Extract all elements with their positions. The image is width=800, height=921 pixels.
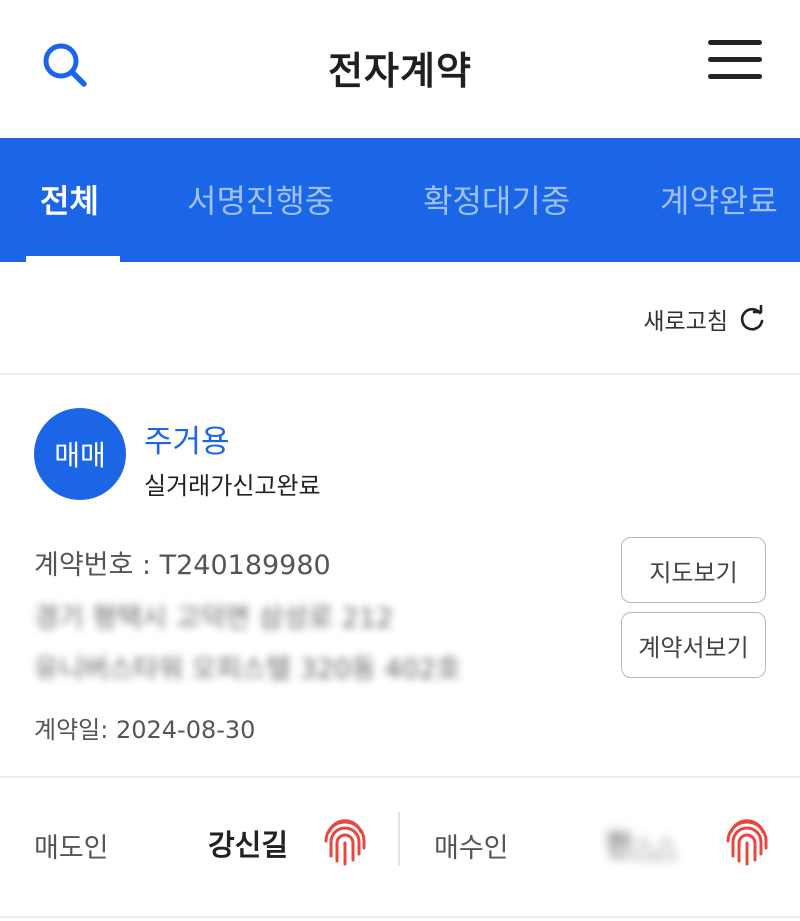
refresh-icon <box>740 305 764 331</box>
tab-all[interactable]: 전체 <box>40 176 99 222</box>
refresh-label: 새로고침 <box>643 309 728 335</box>
section-divider <box>0 373 800 375</box>
contract-number: 계약번호 : T240189980 <box>34 550 331 581</box>
section-divider <box>0 776 800 778</box>
property-type: 주거용 <box>144 424 230 460</box>
view-contract-button[interactable]: 계약서보기 <box>621 612 766 678</box>
refresh-button[interactable]: 새로고침 <box>643 302 766 336</box>
section-divider <box>0 916 800 918</box>
contract-date: 계약일: 2024-08-30 <box>34 716 256 744</box>
app-header: 전자계약 <box>0 0 800 138</box>
tab-pending-confirm[interactable]: 확정대기중 <box>423 176 570 222</box>
party-separator <box>398 812 400 866</box>
view-map-button[interactable]: 지도보기 <box>621 537 766 603</box>
seller-name: 강신길 <box>208 828 289 862</box>
page-title: 전자계약 <box>328 49 472 93</box>
address-line-1: 경기 평택시 고덕면 삼성로 212 <box>34 603 394 634</box>
buyer-name: 한△△ <box>606 828 678 862</box>
active-tab-indicator <box>26 256 120 262</box>
deal-type-badge: 매매 <box>34 408 126 500</box>
address-line-2: 유니버스타워 오피스텔 320동 402호 <box>34 654 461 685</box>
tab-signing[interactable]: 서명진행중 <box>187 176 334 222</box>
status-tabs: 전체 서명진행중 확정대기중 계약완료 <box>0 138 800 262</box>
fingerprint-icon <box>324 819 366 866</box>
tab-completed[interactable]: 계약완료 <box>660 176 778 222</box>
fingerprint-icon <box>726 819 768 866</box>
buyer-label: 매수인 <box>434 833 509 864</box>
contract-status: 실거래가신고완료 <box>144 472 321 500</box>
hamburger-menu-icon[interactable] <box>708 40 762 84</box>
seller-label: 매도인 <box>34 833 109 864</box>
